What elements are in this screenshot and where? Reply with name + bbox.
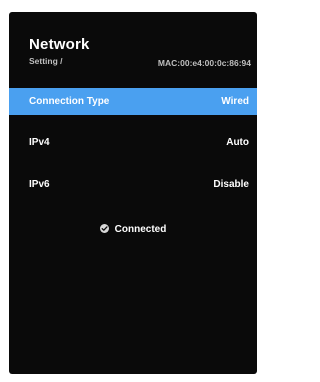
connection-type-label: Connection Type: [29, 96, 110, 107]
check-circle-icon: [99, 224, 109, 233]
breadcrumb: Setting /: [29, 56, 63, 66]
connection-type-value: Wired: [221, 96, 249, 107]
ipv4-value: Auto: [226, 137, 249, 148]
connection-status: Connected: [9, 224, 257, 235]
connection-type-row[interactable]: Connection Type Wired: [9, 88, 257, 115]
ipv6-value: Disable: [213, 179, 249, 190]
ipv6-label: IPv6: [29, 179, 50, 190]
ipv6-row[interactable]: IPv6 Disable: [9, 171, 257, 198]
page-title: Network: [29, 36, 90, 53]
status-text: Connected: [114, 224, 167, 235]
ipv4-row[interactable]: IPv4 Auto: [9, 129, 257, 156]
ipv4-label: IPv4: [29, 137, 50, 148]
mac-address: MAC:00:e4:00:0c:86:94: [157, 58, 251, 68]
network-settings-screen: Network Setting / MAC:00:e4:00:0c:86:94 …: [9, 12, 257, 374]
